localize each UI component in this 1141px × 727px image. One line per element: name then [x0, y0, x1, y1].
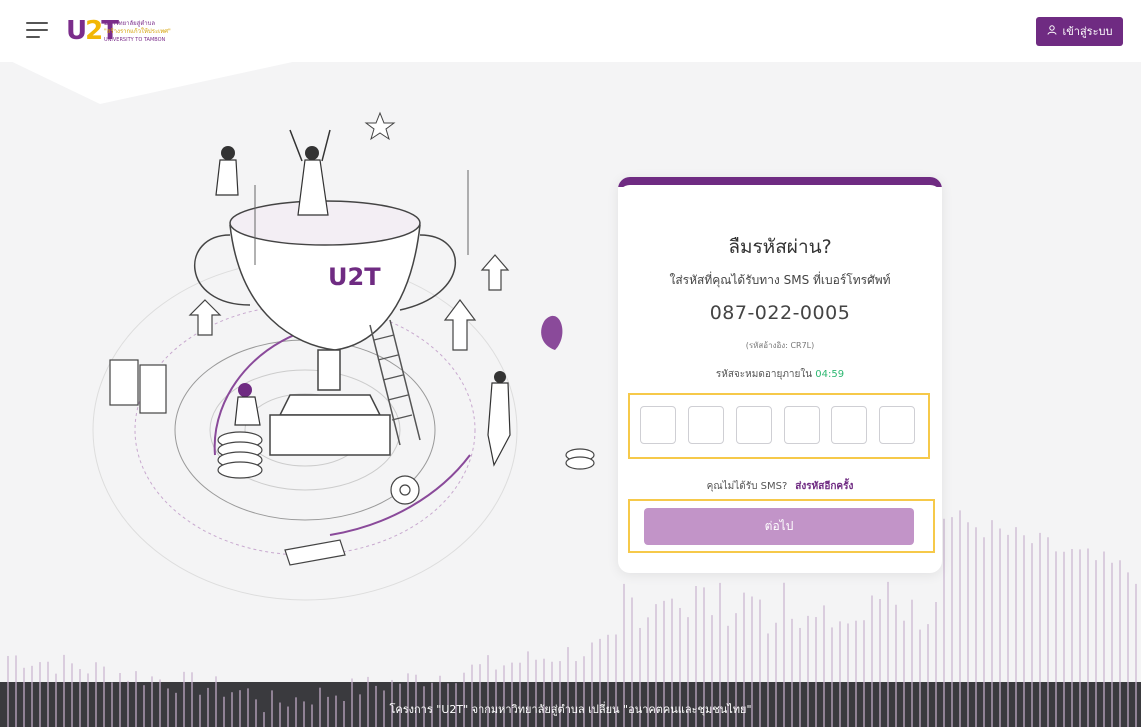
- resend-code-link[interactable]: ส่งรหัสอีกครั้ง: [795, 481, 853, 492]
- otp-digit-5[interactable]: [831, 406, 867, 444]
- u2t-logo[interactable]: U2T มหาวิทยาลัยสู่ตำบล "สร้างรากแก้วให้ป…: [66, 14, 176, 50]
- logo-text: มหาวิทยาลัยสู่ตำบล "สร้างรากแก้วให้ประเท…: [104, 20, 171, 44]
- otp-digit-3[interactable]: [736, 406, 772, 444]
- resend-question: คุณไม่ได้รับ SMS?: [706, 481, 788, 492]
- user-icon: [1047, 17, 1057, 46]
- footer-text: โครงการ "U2T" จากมหาวิทยาลัยสู่ตำบล เปลี…: [389, 703, 752, 716]
- page-title: ลืมรหัสผ่าน?: [728, 236, 832, 258]
- otp-digit-2[interactable]: [688, 406, 724, 444]
- instruction-text: ใส่รหัสที่คุณได้รับทาง SMS ที่เบอร์โทรศั…: [669, 273, 891, 287]
- otp-digit-4[interactable]: [784, 406, 820, 444]
- expire-notice: รหัสจะหมดอายุภายใน 04:59: [618, 367, 942, 382]
- otp-digit-6[interactable]: [879, 406, 915, 444]
- reference-code: (รหัสอ้างอิง: CR7L): [745, 341, 815, 350]
- trophy-illustration: U2T: [92, 111, 595, 601]
- svg-text:U2T: U2T: [328, 263, 381, 291]
- login-button-label: เข้าสู่ระบบ: [1062, 25, 1113, 38]
- expire-label: รหัสจะหมดอายุภายใน: [715, 369, 813, 380]
- logo-line-2: "สร้างรากแก้วให้ประเทศ": [104, 28, 171, 35]
- footer-bar: โครงการ "U2T" จากมหาวิทยาลัยสู่ตำบล เปลี…: [0, 682, 1141, 727]
- login-button[interactable]: เข้าสู่ระบบ: [1036, 17, 1123, 46]
- hamburger-menu-icon[interactable]: [26, 22, 48, 40]
- logo-line-1: มหาวิทยาลัยสู่ตำบล: [104, 20, 156, 27]
- forgot-password-card: ลืมรหัสผ่าน? ใส่รหัสที่คุณได้รับทาง SMS …: [618, 177, 942, 573]
- page: U2T มหาวิทยาลัยสู่ตำบล "สร้างรากแก้วให้ป…: [0, 0, 1141, 727]
- otp-digit-1[interactable]: [640, 406, 676, 444]
- phone-number: 087-022-0005: [709, 302, 851, 324]
- logo-line-3: UNIVERSITY TO TAMBON: [104, 37, 166, 43]
- countdown-timer: 04:59: [815, 369, 845, 380]
- resend-row: คุณไม่ได้รับ SMS? ส่งรหัสอีกครั้ง: [618, 479, 942, 494]
- next-button[interactable]: ต่อไป: [644, 508, 914, 545]
- top-bar: U2T มหาวิทยาลัยสู่ตำบล "สร้างรากแก้วให้ป…: [0, 0, 1141, 62]
